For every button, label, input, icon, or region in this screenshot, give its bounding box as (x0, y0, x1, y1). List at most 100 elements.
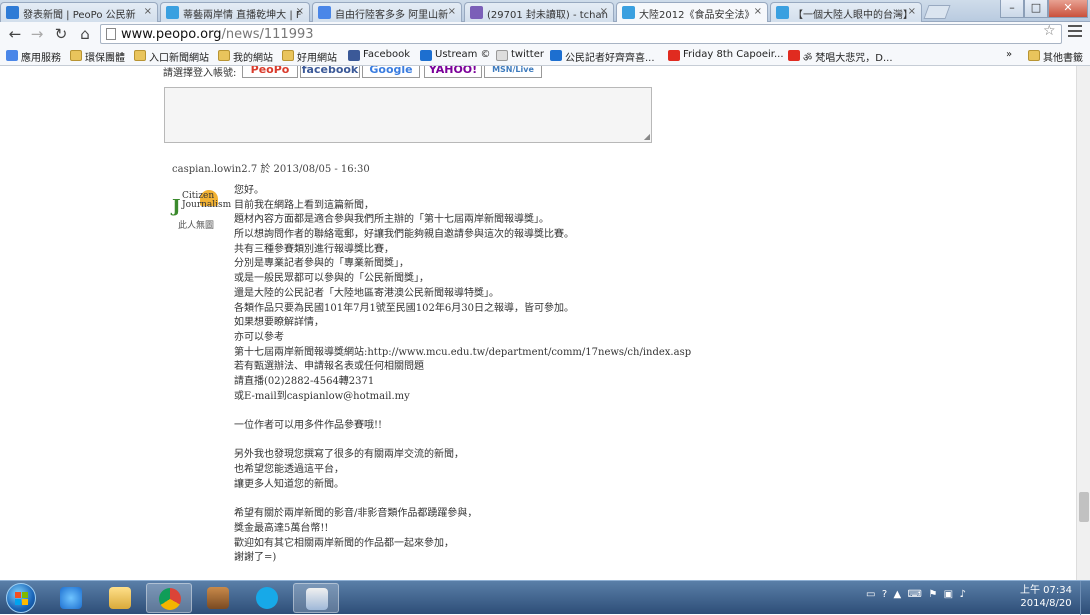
comment-line: 或是一般民眾都可以參與的「公民新聞獎」， (234, 273, 429, 285)
login-google-button[interactable]: Google (362, 66, 420, 78)
comment-textarea[interactable]: ◢ (164, 87, 652, 143)
bookmark-item[interactable]: Facebook (348, 49, 410, 61)
bookmark-label: 好用網站 (297, 53, 337, 64)
windows-logo-icon (15, 592, 29, 606)
menu-icon[interactable] (1068, 25, 1082, 40)
bookmarks-bar: 應用服務 環保團體 入口新聞網站 我的網站 好用網站 Facebook Ustream © t… (0, 46, 1090, 66)
bookmark-item[interactable]: » (1006, 49, 1012, 60)
tab-close-icon[interactable]: × (908, 6, 916, 17)
comment-line: 歡迎如有其它相關兩岸新聞的作品都一起來參加， (234, 537, 454, 549)
tab-3[interactable]: (29701 封未讀取) - tchan × (464, 2, 614, 22)
folder-icon (1028, 50, 1040, 61)
bookmark-star-icon[interactable]: ☆ (1043, 23, 1056, 39)
reload-icon[interactable]: ↻ (52, 25, 70, 43)
chrome-icon (159, 588, 181, 610)
bookmark-label: 應用服務 (21, 53, 61, 64)
tab-close-icon[interactable]: × (144, 6, 152, 17)
tray-help-icon[interactable]: ? (882, 589, 887, 600)
tab-4[interactable]: 大陸2012《食品安全法》 × (616, 2, 768, 22)
forward-icon[interactable]: → (28, 25, 46, 43)
tab-5[interactable]: 【一個大陸人眼中的台灣】 × (770, 2, 922, 22)
comment-line: 您好。 (234, 185, 264, 196)
tab-0[interactable]: 發表新聞 | PeoPo 公民新 × (0, 2, 158, 22)
comment-line: 第十七屆兩岸新聞報導獎網站:http://www.mcu.edu.tw/depa… (234, 346, 692, 358)
bookmark-item[interactable]: 我的網站 (218, 49, 273, 64)
login-peopo-button[interactable]: PeoPo (242, 66, 298, 78)
tab-1[interactable]: 蒂藝兩岸情 直播乾坤大 | F × (160, 2, 310, 22)
login-facebook-button[interactable]: facebook (300, 66, 360, 78)
bookmark-item[interactable]: Ustream © (420, 49, 491, 61)
tab-label: (29701 封未讀取) - tchan (487, 10, 608, 21)
system-tray: ▭ ? ▲ ⌨ ⚑ ▣ ♪ (866, 589, 966, 600)
tray-show-hidden-icon[interactable]: ▲ (893, 589, 901, 600)
comment-line: 若有甄選辦法、申請報名表或任何相關問題 (234, 361, 424, 373)
taskbar: ▭ ? ▲ ⌨ ⚑ ▣ ♪ 上午 07:34 2014/8/20 (0, 580, 1090, 615)
tab-2[interactable]: 自由行陸客多多 阿里山新 × (312, 2, 462, 22)
address-bar[interactable]: www.peopo.org/news/111993 (100, 24, 1062, 44)
taskbar-paint[interactable] (293, 583, 339, 613)
back-icon[interactable]: ← (6, 25, 24, 43)
start-button[interactable] (6, 583, 36, 613)
page-content: 請選擇登入帳號: PeoPo facebook Google YAHOO! MSN/Li… (0, 66, 1076, 580)
tab-close-icon[interactable]: × (448, 6, 456, 17)
bookmark-item[interactable]: 其他書籤 (1028, 49, 1083, 64)
tray-network-icon[interactable]: ▭ (866, 589, 875, 600)
bookmark-item[interactable]: ॐ 梵唱大悲咒，D... (788, 49, 893, 64)
bookmark-item[interactable]: 入口新聞網站 (134, 49, 209, 64)
bookmark-item[interactable]: 應用服務 (6, 49, 61, 64)
bookmark-item[interactable]: 環保團體 (70, 49, 125, 64)
bookmark-item[interactable]: 好用網站 (282, 49, 337, 64)
clock-time: 上午 07:34 (1020, 585, 1072, 596)
taskbar-clock[interactable]: 上午 07:34 2014/8/20 (1018, 584, 1074, 610)
taskbar-skype[interactable] (244, 583, 290, 613)
comment-line: 分別是專業記者參與的「專業新聞獎」， (234, 258, 409, 270)
tab-close-icon[interactable]: × (600, 6, 608, 17)
bookmark-item[interactable]: twitter (496, 49, 544, 61)
url-host: www.peopo.org (121, 27, 222, 42)
folder-icon (282, 50, 294, 61)
login-yahoo-button[interactable]: YAHOO! (424, 66, 482, 78)
close-window-button[interactable]: ✕ (1048, 0, 1088, 18)
share-login-label: 請選擇登入帳號: (163, 68, 237, 79)
url-path: /news/111993 (221, 27, 314, 42)
comment-line: 希望有關於兩岸新聞的影音/非影音類作品都踴躍參與， (234, 508, 478, 520)
tray-ime-icon[interactable]: ⌨ (908, 589, 922, 600)
tab-favicon-icon (318, 6, 331, 19)
comment-body: 您好。 目前我在網路上看到這篇新聞， 題材內容方面都是適合參與我們所主辦的「第十七屆… (234, 184, 691, 566)
tray-flag-icon[interactable]: ⚑ (928, 589, 937, 600)
comment-line: 獎金最高達5萬台幣!! (234, 522, 329, 534)
bookmark-label: 環保團體 (85, 53, 125, 64)
tray-volume-icon[interactable]: ♪ (959, 589, 965, 600)
taskbar-ie[interactable] (48, 583, 94, 613)
comment-line: 讓更多人知道您的新聞。 (234, 478, 344, 490)
comment-line: 另外我也發現您撰寫了很多的有關兩岸交流的新聞， (234, 449, 464, 461)
login-msnlive-button[interactable]: MSN/Live (484, 66, 542, 78)
taskbar-explorer[interactable] (97, 583, 143, 613)
browser-toolbar: ← → ↻ ⌂ www.peopo.org/news/111993 ☆ (0, 22, 1090, 46)
bookmark-label: » (1006, 49, 1013, 60)
maximize-button[interactable]: □ (1024, 0, 1048, 18)
minimize-button[interactable]: – (1000, 0, 1024, 18)
tab-favicon-icon (166, 6, 179, 19)
new-tab-button[interactable] (923, 5, 951, 19)
home-icon[interactable]: ⌂ (76, 25, 94, 43)
resize-grip-icon[interactable]: ◢ (644, 132, 650, 141)
bookmark-item[interactable]: Friday 8th Capoeir... (668, 49, 784, 61)
tab-favicon-icon (622, 6, 635, 19)
comment-line: 如果想要瞭解詳情， (234, 317, 324, 329)
taskbar-app[interactable] (195, 583, 241, 613)
tab-close-icon[interactable]: × (754, 6, 762, 17)
show-desktop-button[interactable] (1080, 581, 1090, 615)
tab-close-icon[interactable]: × (296, 6, 304, 17)
avatar-logo-icon: J (172, 196, 181, 217)
bookmark-item[interactable]: 公民記者好齊齊喜... (550, 49, 655, 64)
browser-tab-strip: 發表新聞 | PeoPo 公民新 × 蒂藝兩岸情 直播乾坤大 | F × 自由行陸客多多… (0, 0, 1090, 22)
scrollbar-thumb[interactable] (1079, 492, 1089, 522)
vertical-scrollbar[interactable] (1076, 66, 1090, 580)
taskbar-chrome[interactable] (146, 583, 192, 613)
tab-label: 發表新聞 | PeoPo 公民新 (23, 10, 136, 21)
folder-icon (70, 50, 82, 61)
tray-monitor-icon[interactable]: ▣ (944, 589, 953, 600)
avatar: J Citizen Journalism 此人無圖 (172, 188, 231, 231)
bookmark-label: twitter (511, 49, 544, 60)
